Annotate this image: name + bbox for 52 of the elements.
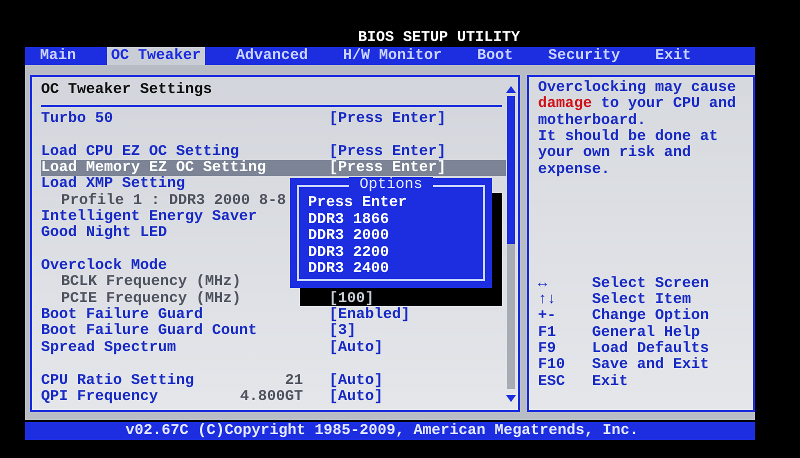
setting-label[interactable]: CPU Ratio Setting bbox=[41, 372, 213, 389]
menu-tab[interactable]: Exit bbox=[651, 47, 696, 65]
menu-tab[interactable]: Main bbox=[36, 47, 80, 65]
menu-tab[interactable]: H/W Monitor bbox=[339, 47, 446, 65]
key-action: General Help bbox=[592, 324, 700, 341]
menu-tab[interactable]: OC Tweaker bbox=[107, 47, 206, 65]
key-action: Select Screen bbox=[592, 276, 710, 292]
setting-label[interactable]: Boot Failure Guard Count bbox=[41, 323, 303, 340]
setting-label[interactable]: Spread Spectrum bbox=[41, 340, 303, 356]
copyright-text: v02.67C (C)Copyright 1985-2009, American Megatrends, Inc. bbox=[125, 422, 639, 440]
key-action: Load Defaults bbox=[592, 340, 710, 357]
section-heading: OC Tweaker Settings bbox=[41, 82, 502, 107]
setting-value[interactable]: [3] bbox=[303, 323, 506, 340]
option-item[interactable]: DDR3 2000 bbox=[308, 228, 483, 244]
setting-label[interactable]: Turbo 50 bbox=[41, 111, 303, 128]
key-action: Select Item bbox=[592, 292, 692, 308]
setting-value[interactable]: [Auto] bbox=[303, 340, 506, 356]
help-text: It should be done at your own risk and expense. bbox=[538, 129, 720, 178]
setting-value[interactable]: [Auto] bbox=[303, 388, 506, 406]
menu-tab[interactable]: Security bbox=[544, 47, 624, 65]
setting-label[interactable]: Load CPU EZ OC Setting bbox=[41, 144, 303, 160]
setting-reading: 21 bbox=[284, 372, 303, 389]
key-label: ESC bbox=[538, 374, 566, 390]
key-label: +- bbox=[538, 308, 558, 325]
key-action: Save and Exit bbox=[592, 357, 710, 374]
setting-value[interactable]: [Press Enter] bbox=[303, 144, 506, 160]
key-label: F9 bbox=[538, 340, 558, 358]
key-label: ↑↓ bbox=[538, 292, 558, 308]
setting-reading: 4.800GT bbox=[238, 388, 303, 406]
setting-label[interactable]: Load Memory EZ OC Setting bbox=[41, 160, 303, 176]
setting-label[interactable]: PCIE Frequency (MHz) bbox=[41, 290, 303, 308]
option-item[interactable]: DDR3 2400 bbox=[308, 261, 483, 278]
setting-value[interactable]: [Press Enter] bbox=[303, 111, 506, 128]
key-label: F1 bbox=[538, 324, 558, 341]
option-item[interactable]: DDR3 2200 bbox=[308, 244, 483, 261]
option-item[interactable]: Press Enter bbox=[308, 195, 483, 212]
setting-label[interactable]: Boot Failure Guard bbox=[41, 307, 303, 324]
menu-tab[interactable]: Boot bbox=[473, 47, 518, 65]
menu-tab[interactable]: Advanced bbox=[232, 47, 312, 65]
setting-value[interactable]: [Auto] bbox=[303, 372, 506, 389]
setting-label[interactable]: QPI Frequency bbox=[41, 388, 213, 406]
window-title: BIOS SETUP UTILITY bbox=[358, 29, 520, 47]
setting-value[interactable]: [Press Enter] bbox=[303, 160, 506, 176]
setting-value[interactable]: [Enabled] bbox=[303, 307, 506, 324]
key-action: Change Option bbox=[592, 308, 710, 325]
key-action: Exit bbox=[592, 374, 630, 390]
key-label: ↔ bbox=[538, 276, 548, 292]
help-text: Overclocking may cause damage to your CPU and motherboard. bbox=[538, 80, 738, 129]
popup-title: Options bbox=[349, 177, 432, 193]
setting-value[interactable]: [100] bbox=[303, 290, 506, 308]
option-item[interactable]: DDR3 1866 bbox=[308, 212, 483, 228]
key-label: F10 bbox=[538, 357, 566, 374]
